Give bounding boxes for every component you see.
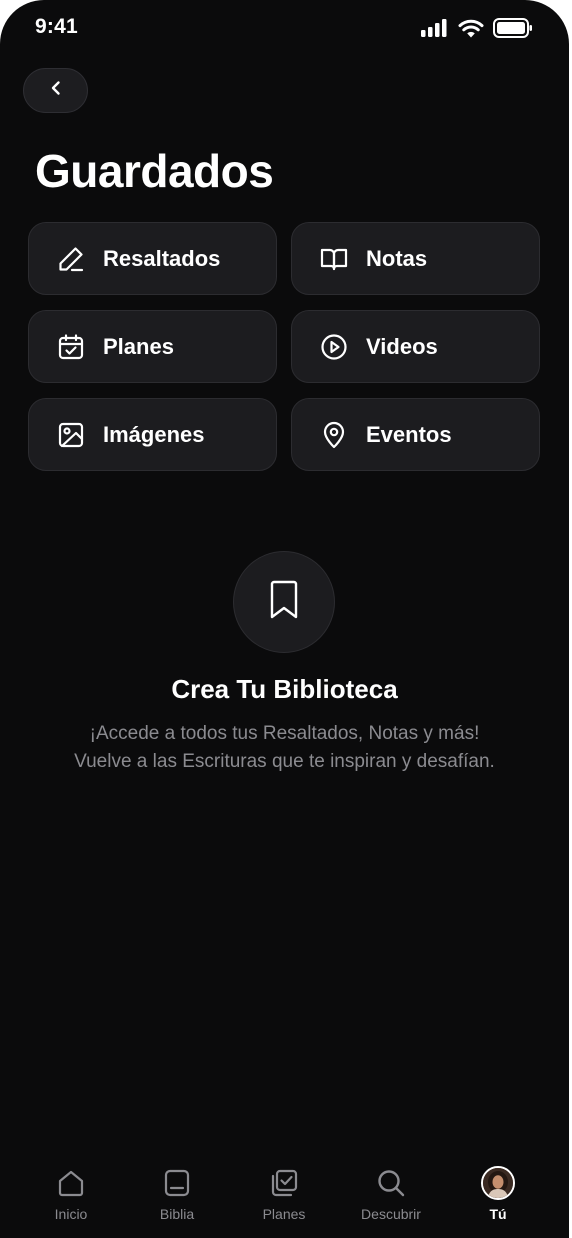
category-label: Imágenes — [103, 421, 205, 447]
status-time: 9:41 — [35, 15, 78, 38]
category-label: Resaltados — [103, 245, 221, 271]
category-label: Planes — [103, 333, 174, 359]
calendar-check-icon — [57, 333, 85, 361]
home-icon — [54, 1166, 88, 1200]
tab-label: Inicio — [54, 1206, 88, 1222]
play-circle-icon — [320, 333, 348, 361]
tab-descubrir[interactable]: Descubrir — [341, 1148, 441, 1222]
tab-tu[interactable]: Tú — [448, 1148, 548, 1222]
tab-label: Tú — [489, 1206, 507, 1222]
map-pin-icon — [320, 421, 348, 449]
category-label: Videos — [366, 333, 438, 359]
tab-inicio[interactable]: Inicio — [21, 1148, 121, 1222]
avatar — [481, 1166, 515, 1200]
category-notas-button[interactable]: Notas — [291, 222, 540, 295]
bookmark-icon — [267, 580, 301, 625]
image-icon — [57, 421, 85, 449]
category-imagenes-button[interactable]: Imágenes — [28, 398, 277, 471]
tab-label: Descubrir — [361, 1206, 421, 1222]
empty-state-description: ¡Accede a todos tus Resaltados, Notas y … — [74, 723, 495, 772]
chevron-left-icon — [49, 80, 63, 101]
tab-label: Biblia — [159, 1206, 195, 1222]
category-planes-button[interactable]: Planes — [28, 310, 277, 383]
search-icon — [374, 1166, 408, 1200]
pencil-icon — [57, 245, 85, 273]
category-eventos-button[interactable]: Eventos — [291, 398, 540, 471]
bible-icon — [160, 1166, 194, 1200]
back-button[interactable] — [23, 68, 88, 113]
category-resaltados-button[interactable]: Resaltados — [28, 222, 277, 295]
tab-label: Planes — [262, 1206, 306, 1222]
tab-biblia[interactable]: Biblia — [127, 1148, 227, 1222]
category-videos-button[interactable]: Videos — [291, 310, 540, 383]
plans-check-icon — [267, 1166, 301, 1200]
category-label: Notas — [366, 245, 428, 271]
profile-photo — [481, 1166, 515, 1200]
battery-icon — [493, 18, 533, 43]
cellular-signal-icon — [421, 19, 449, 42]
wifi-icon — [458, 19, 484, 43]
empty-state-title: Crea Tu Biblioteca — [171, 674, 398, 704]
page-title: Guardados — [35, 145, 274, 197]
status-bar: 9:41 — [0, 0, 569, 56]
book-open-icon — [320, 245, 348, 273]
category-label: Eventos — [366, 421, 452, 447]
tab-bar: Inicio Biblia Planes Descubrir Tú — [0, 1148, 569, 1238]
status-icons — [421, 18, 533, 43]
tab-planes[interactable]: Planes — [234, 1148, 334, 1222]
category-grid: Resaltados Notas Planes Videos Imágenes … — [28, 222, 540, 471]
empty-state-icon-circle — [233, 551, 335, 653]
screen: 9:41 Guardados Resaltados Notas Planes V… — [0, 0, 569, 1238]
